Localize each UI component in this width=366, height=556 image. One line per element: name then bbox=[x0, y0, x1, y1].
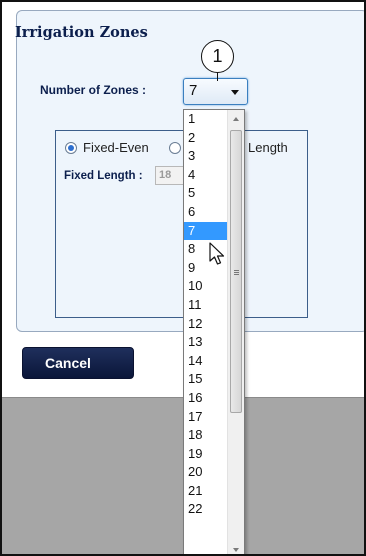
selected-zone-value: 7 bbox=[189, 82, 198, 99]
dropdown-option[interactable]: 4 bbox=[184, 166, 228, 185]
zones-dropdown-list[interactable]: 1 2 3 4 5 6 7 8 9 10 11 12 13 14 15 16 17 18 19 20 21 22 bbox=[183, 109, 245, 554]
scroll-up-arrow-icon[interactable] bbox=[233, 117, 239, 121]
dropdown-option[interactable]: 5 bbox=[184, 184, 228, 203]
fixed-even-label: Fixed-Even bbox=[83, 140, 149, 155]
panel-title: Irrigation Zones bbox=[15, 24, 148, 41]
number-of-zones-select[interactable]: 7 bbox=[183, 78, 248, 105]
dropdown-option[interactable]: 3 bbox=[184, 147, 228, 166]
fixed-length-radio[interactable] bbox=[169, 142, 181, 154]
dropdown-option[interactable]: 14 bbox=[184, 352, 228, 371]
dropdown-scrollbar[interactable] bbox=[227, 110, 244, 554]
dropdown-option[interactable]: 17 bbox=[184, 408, 228, 427]
callout-leader-line bbox=[217, 73, 218, 81]
dropdown-option[interactable]: 15 bbox=[184, 370, 228, 389]
app-window: Irrigation Zones Number of Zones : 7 1 F… bbox=[0, 0, 366, 556]
fixed-length-label: Fixed Length : bbox=[64, 170, 143, 182]
grip-line bbox=[234, 274, 239, 275]
dropdown-option[interactable]: 11 bbox=[184, 296, 228, 315]
grip-line bbox=[234, 272, 239, 273]
dropdown-option[interactable]: 7 bbox=[184, 221, 228, 241]
scrollbar-thumb[interactable] bbox=[230, 130, 242, 413]
dropdown-option[interactable]: 16 bbox=[184, 389, 228, 408]
grip-line bbox=[234, 270, 239, 271]
chevron-down-icon[interactable] bbox=[231, 90, 239, 95]
fixed-even-radio[interactable] bbox=[65, 142, 77, 154]
zone-mode-group bbox=[55, 130, 308, 318]
dropdown-option[interactable]: 6 bbox=[184, 203, 228, 222]
dropdown-option[interactable]: 12 bbox=[184, 315, 228, 334]
dropdown-options: 1 2 3 4 5 6 7 8 9 10 11 12 13 14 15 16 17 18 19 20 21 22 bbox=[184, 110, 228, 519]
dropdown-option[interactable]: 22 bbox=[184, 500, 228, 519]
mouse-pointer-icon bbox=[209, 242, 225, 265]
dropdown-option[interactable]: 18 bbox=[184, 426, 228, 445]
cancel-button[interactable]: Cancel bbox=[22, 347, 134, 379]
callout-badge: 1 bbox=[201, 40, 234, 73]
dropdown-option[interactable]: 19 bbox=[184, 445, 228, 464]
dropdown-option[interactable]: 2 bbox=[184, 129, 228, 148]
dropdown-option[interactable]: 21 bbox=[184, 482, 228, 501]
dropdown-option[interactable]: 10 bbox=[184, 277, 228, 296]
dropdown-option[interactable]: 20 bbox=[184, 463, 228, 482]
fixed-length-label: Length bbox=[248, 140, 288, 155]
scroll-down-arrow-icon[interactable] bbox=[233, 548, 239, 552]
dropdown-option[interactable]: 13 bbox=[184, 333, 228, 352]
dropdown-option[interactable]: 1 bbox=[184, 110, 228, 129]
number-of-zones-label: Number of Zones : bbox=[40, 83, 147, 97]
